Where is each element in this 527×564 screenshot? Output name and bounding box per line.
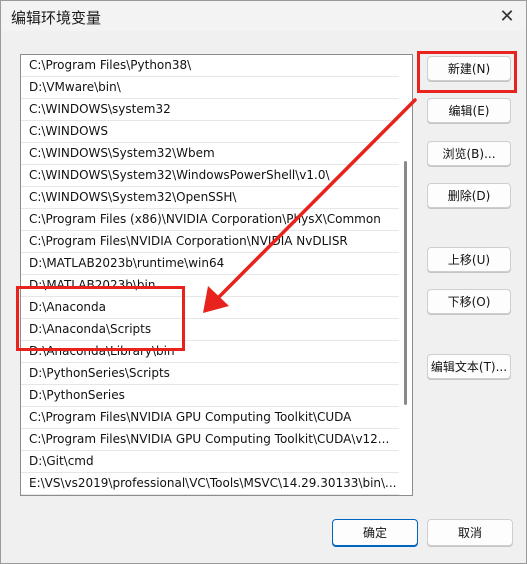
annotation-arrow-icon	[203, 98, 417, 313]
